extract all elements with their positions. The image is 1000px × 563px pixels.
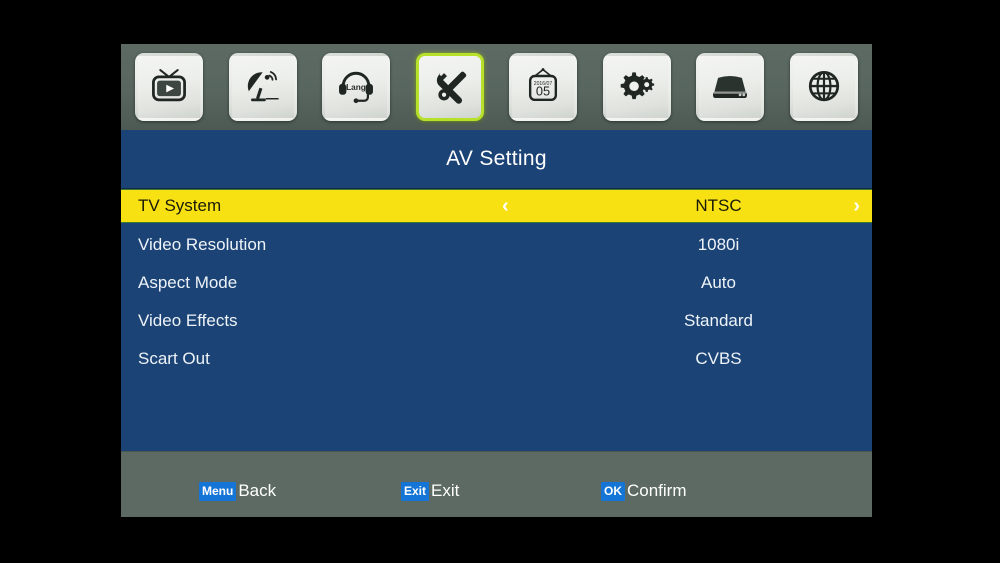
row-value: 1080i [697, 235, 740, 254]
key-badge: OK [601, 481, 625, 501]
menu-icon-satellite-dish[interactable] [228, 53, 297, 121]
increase-arrow-icon[interactable]: › [853, 196, 860, 216]
key-badge: Exit [401, 481, 430, 501]
key-action-label: Confirm [627, 481, 687, 500]
settings-row-video-resolution[interactable]: Video Resolution 1080i [121, 229, 872, 261]
row-label: Video Effects [138, 311, 238, 330]
settings-row-aspect-mode[interactable]: Aspect Mode Auto [121, 267, 872, 299]
menu-icon-calendar-timer[interactable]: 2016/07 05 [509, 53, 578, 121]
page-title: AV Setting [446, 147, 547, 170]
menu-icon-language-headset[interactable]: Lang [322, 53, 391, 121]
satellite-dish-icon [241, 65, 285, 109]
menu-icon-av-setting-tools[interactable] [415, 53, 484, 121]
osd-panel: Lang 2016/07 05 AV Setting TV System ‹ N… [121, 44, 872, 517]
settings-row-scart-out[interactable]: Scart Out CVBS [121, 343, 872, 375]
settings-list: TV System ‹ NTSC › Video Resolution 1080… [121, 189, 872, 375]
hard-disk-icon [708, 65, 752, 109]
row-label: Scart Out [138, 349, 210, 368]
gears-icon [615, 65, 659, 109]
calendar-day-text: 05 [536, 84, 550, 99]
row-value: NTSC [695, 196, 742, 215]
menu-icon-hard-disk[interactable] [696, 53, 765, 121]
key-action-label: Exit [431, 481, 460, 500]
tv-play-icon [147, 65, 191, 109]
row-label: Aspect Mode [138, 273, 238, 292]
globe-icon [802, 65, 846, 109]
settings-row-video-effects[interactable]: Video Effects Standard [121, 305, 872, 337]
tv-osd-screen: Lang 2016/07 05 AV Setting TV System ‹ N… [0, 0, 1000, 563]
menu-icon-tv-play[interactable] [135, 53, 203, 121]
key-badge: Menu [199, 481, 237, 501]
menu-icon-system-gears[interactable] [602, 53, 671, 121]
row-label: Video Resolution [138, 235, 267, 254]
hint-menu-back[interactable]: Menu Back [199, 481, 276, 501]
menu-icon-network-globe[interactable] [789, 53, 858, 121]
row-value: CVBS [695, 349, 742, 368]
footer-key-hints-bar: Menu Back Exit Exit OK Confirm [121, 451, 872, 517]
headset-lang-icon: Lang [334, 65, 378, 109]
row-value: Standard [684, 311, 753, 330]
key-action-label: Back [238, 481, 277, 500]
hint-ok-confirm[interactable]: OK Confirm [601, 481, 687, 501]
tools-wrench-screwdriver-icon [428, 65, 472, 109]
top-icon-bar: Lang 2016/07 05 [121, 44, 872, 130]
row-value: Auto [701, 273, 736, 292]
page-title-bar: AV Setting [121, 130, 872, 189]
calendar-icon: 2016/07 05 [521, 65, 565, 109]
settings-row-tv-system[interactable]: TV System ‹ NTSC › [121, 189, 872, 223]
row-label: TV System [138, 196, 222, 215]
hint-exit-exit[interactable]: Exit Exit [401, 481, 459, 501]
svg-text:Lang: Lang [346, 83, 366, 92]
